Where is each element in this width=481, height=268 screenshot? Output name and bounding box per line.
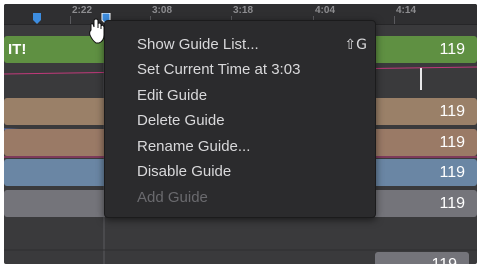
menu-item-show-guide-list[interactable]: Show Guide List... ⇧G <box>137 34 367 56</box>
menu-item-add-guide: Add Guide <box>137 187 367 209</box>
clip-number: 119 <box>439 195 465 212</box>
menu-item-label: Edit Guide <box>137 87 208 104</box>
clip-number: 119 <box>439 41 465 58</box>
menu-item-label: Add Guide <box>137 189 208 206</box>
menu-item-label: Delete Guide <box>137 112 225 129</box>
timeline-window: 2:22 3:08 3:18 4:04 4:14 IT! 119 119 119… <box>4 4 477 264</box>
menu-item-set-current-time[interactable]: Set Current Time at 3:03 <box>137 59 367 81</box>
menu-item-label: Set Current Time at 3:03 <box>137 61 301 78</box>
menu-item-label: Rename Guide... <box>137 138 251 155</box>
menu-item-rename-guide[interactable]: Rename Guide... <box>137 136 367 158</box>
menu-item-label: Show Guide List... <box>137 36 259 53</box>
clip-number: 119 <box>439 134 465 151</box>
menu-item-disable-guide[interactable]: Disable Guide <box>137 161 367 183</box>
menu-item-edit-guide[interactable]: Edit Guide <box>137 85 367 107</box>
clip-title: IT! <box>8 41 27 58</box>
menu-item-label: Disable Guide <box>137 163 232 180</box>
guide-context-menu: Show Guide List... ⇧G Set Current Time a… <box>104 20 376 218</box>
shortcut-label: ⇧G <box>344 37 367 53</box>
timeline-clip[interactable]: 119 <box>375 252 469 264</box>
cursor-icon <box>89 18 105 44</box>
clip-number: 119 <box>431 256 457 264</box>
menu-item-delete-guide[interactable]: Delete Guide <box>137 110 367 132</box>
clip-number: 119 <box>439 164 465 181</box>
clip-number: 119 <box>439 103 465 120</box>
